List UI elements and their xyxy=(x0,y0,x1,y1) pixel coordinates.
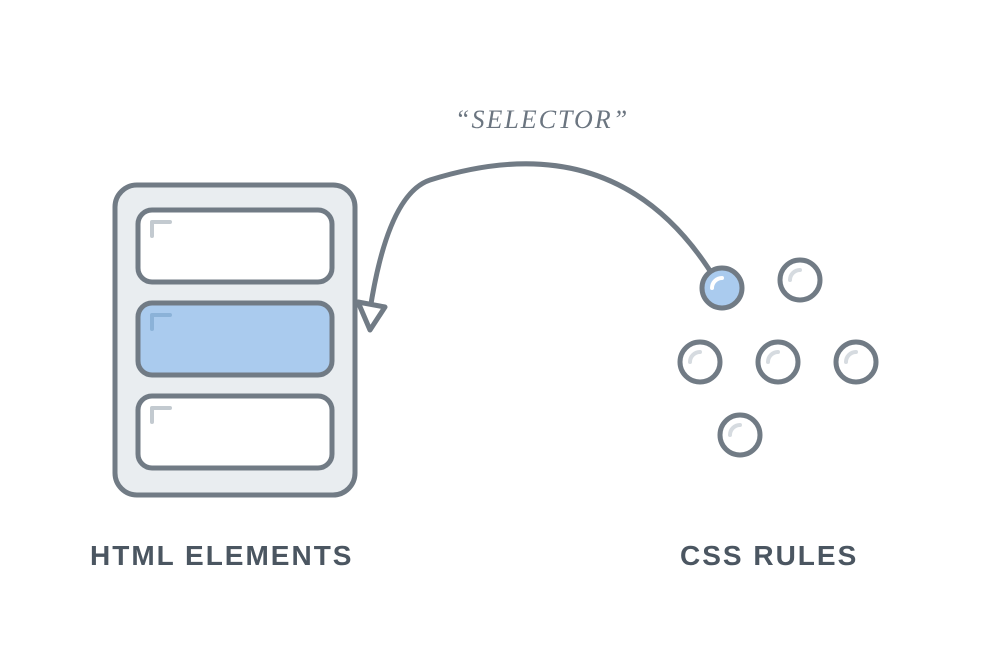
html-element-row xyxy=(138,210,332,282)
css-rule-circle xyxy=(720,415,760,455)
css-rule-circle-highlighted xyxy=(702,268,742,308)
html-element-row-highlighted xyxy=(138,303,332,375)
css-rules-label: CSS RULES xyxy=(680,540,858,572)
html-element-row xyxy=(138,396,332,468)
selector-label: SELECTOR xyxy=(455,105,629,135)
html-elements-label: HTML ELEMENTS xyxy=(90,540,353,572)
css-rule-circle xyxy=(680,342,720,382)
html-elements-panel xyxy=(115,185,355,495)
css-rule-circle xyxy=(780,260,820,300)
css-rule-circle xyxy=(836,342,876,382)
css-rule-circle xyxy=(758,342,798,382)
selector-arrow xyxy=(358,164,742,330)
